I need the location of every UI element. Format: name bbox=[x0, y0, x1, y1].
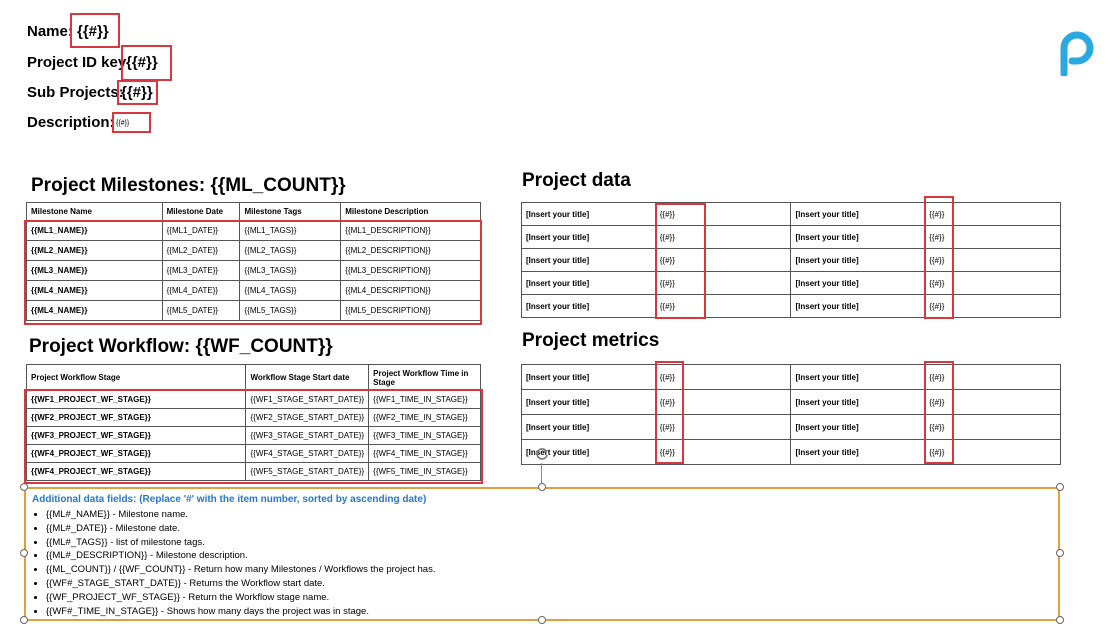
title-cell[interactable]: [Insert your title] bbox=[790, 364, 926, 390]
list-item: {{WF#_TIME_IN_STAGE}} - Shows how many d… bbox=[46, 605, 435, 619]
title-cell[interactable]: [Insert your title] bbox=[790, 248, 926, 272]
list-item: {{ML_COUNT}} / {{WF_COUNT}} - Return how… bbox=[46, 563, 435, 577]
resize-handle-bottom-right[interactable] bbox=[1056, 616, 1064, 624]
project-data-table: [Insert your title] {{#}} [Insert your t… bbox=[521, 202, 1061, 318]
title-cell[interactable]: [Insert your title] bbox=[521, 202, 656, 226]
project-data-title: Project data bbox=[522, 170, 631, 191]
column-header: Milestone Date bbox=[161, 202, 241, 221]
table-row: [Insert your title] {{#}} [Insert your t… bbox=[521, 202, 1061, 226]
description-label: Description: bbox=[27, 114, 115, 131]
title-cell[interactable]: [Insert your title] bbox=[521, 225, 656, 249]
table-row: [Insert your title] {{#}} [Insert your t… bbox=[521, 248, 1061, 272]
resize-handle-middle-right[interactable] bbox=[1056, 549, 1064, 557]
title-cell[interactable]: [Insert your title] bbox=[790, 389, 926, 415]
list-item: {{WF#_STAGE_START_DATE}} - Returns the W… bbox=[46, 577, 435, 591]
title-cell[interactable]: [Insert your title] bbox=[521, 414, 656, 440]
title-cell[interactable]: [Insert your title] bbox=[790, 225, 926, 249]
project-metrics-table: [Insert your title] {{#}} [Insert your t… bbox=[521, 364, 1061, 465]
project-data-col2-highlight-box[interactable] bbox=[655, 203, 706, 319]
project-metrics-col4-highlight-box[interactable] bbox=[924, 361, 954, 464]
resize-handle-top-center[interactable] bbox=[538, 483, 546, 491]
sub-projects-label: Sub Projects: bbox=[27, 84, 124, 101]
project-data-col4-highlight-box[interactable] bbox=[924, 196, 954, 319]
column-header: Workflow Stage Start date bbox=[245, 364, 370, 391]
title-cell[interactable]: [Insert your title] bbox=[790, 439, 926, 465]
workflow-title: Project Workflow: {{WF_COUNT}} bbox=[29, 336, 333, 357]
description-highlight-box[interactable] bbox=[112, 112, 151, 133]
column-header: Milestone Tags bbox=[239, 202, 342, 221]
project-metrics-col2-highlight-box[interactable] bbox=[655, 361, 684, 464]
title-cell[interactable]: [Insert your title] bbox=[521, 364, 656, 390]
list-item: {{ML#_NAME}} - Milestone name. bbox=[46, 508, 435, 522]
milestones-rows-highlight-box[interactable] bbox=[24, 220, 482, 325]
resize-handle-bottom-left[interactable] bbox=[20, 616, 28, 624]
sub-projects-highlight-box[interactable] bbox=[117, 80, 158, 105]
column-header: Milestone Description bbox=[340, 202, 481, 221]
name-label: Name: bbox=[27, 23, 73, 40]
milestones-header-row: Milestone Name Milestone Date Milestone … bbox=[26, 202, 481, 221]
p-logo-icon bbox=[1060, 31, 1094, 76]
title-cell[interactable]: [Insert your title] bbox=[521, 294, 656, 318]
notes-list: {{ML#_NAME}} - Milestone name. {{ML#_DAT… bbox=[32, 508, 435, 618]
resize-handle-middle-left[interactable] bbox=[20, 549, 28, 557]
list-item: {{ML#_TAGS}} - list of milestone tags. bbox=[46, 536, 435, 550]
title-cell[interactable]: [Insert your title] bbox=[790, 271, 926, 295]
title-cell[interactable]: [Insert your title] bbox=[521, 248, 656, 272]
list-item: {{ML#_DESCRIPTION}} - Milestone descript… bbox=[46, 549, 435, 563]
milestones-title: Project Milestones: {{ML_COUNT}} bbox=[31, 175, 346, 196]
table-row: [Insert your title] {{#}} [Insert your t… bbox=[521, 225, 1061, 249]
project-id-highlight-box[interactable] bbox=[121, 45, 172, 81]
title-cell[interactable]: [Insert your title] bbox=[790, 202, 926, 226]
table-row: [Insert your title] {{#}} [Insert your t… bbox=[521, 439, 1061, 465]
resize-handle-top-right[interactable] bbox=[1056, 483, 1064, 491]
title-cell[interactable]: [Insert your title] bbox=[790, 414, 926, 440]
notes-title: Additional data fields: (Replace '#' wit… bbox=[32, 494, 427, 505]
resize-handle-top-left[interactable] bbox=[20, 483, 28, 491]
table-row: [Insert your title] {{#}} [Insert your t… bbox=[521, 364, 1061, 390]
title-cell[interactable]: [Insert your title] bbox=[521, 389, 656, 415]
column-header: Milestone Name bbox=[26, 202, 163, 221]
title-cell[interactable]: [Insert your title] bbox=[521, 271, 656, 295]
table-row: [Insert your title] {{#}} [Insert your t… bbox=[521, 294, 1061, 318]
table-row: [Insert your title] {{#}} [Insert your t… bbox=[521, 389, 1061, 415]
table-row: [Insert your title] {{#}} [Insert your t… bbox=[521, 271, 1061, 295]
project-metrics-title: Project metrics bbox=[522, 330, 660, 351]
resize-handle-bottom-center[interactable] bbox=[538, 616, 546, 624]
workflow-rows-highlight-box[interactable] bbox=[24, 389, 483, 484]
list-item: {{ML#_DATE}} - Milestone date. bbox=[46, 522, 435, 536]
additional-fields-textbox[interactable]: Additional data fields: (Replace '#' wit… bbox=[24, 487, 1060, 621]
project-id-label: Project ID key bbox=[27, 54, 127, 71]
workflow-header-row: Project Workflow Stage Workflow Stage St… bbox=[25, 364, 481, 391]
column-header: Project Workflow Stage bbox=[25, 364, 247, 391]
rotate-handle-stem bbox=[541, 463, 542, 483]
column-header: Project Workflow Time in Stage bbox=[368, 364, 481, 391]
table-row: [Insert your title] {{#}} [Insert your t… bbox=[521, 414, 1061, 440]
list-item: {{WF_PROJECT_WF_STAGE}} - Return the Wor… bbox=[46, 591, 435, 605]
name-highlight-box[interactable] bbox=[70, 13, 120, 48]
rotate-handle-icon[interactable] bbox=[534, 446, 550, 462]
title-cell[interactable]: [Insert your title] bbox=[790, 294, 926, 318]
